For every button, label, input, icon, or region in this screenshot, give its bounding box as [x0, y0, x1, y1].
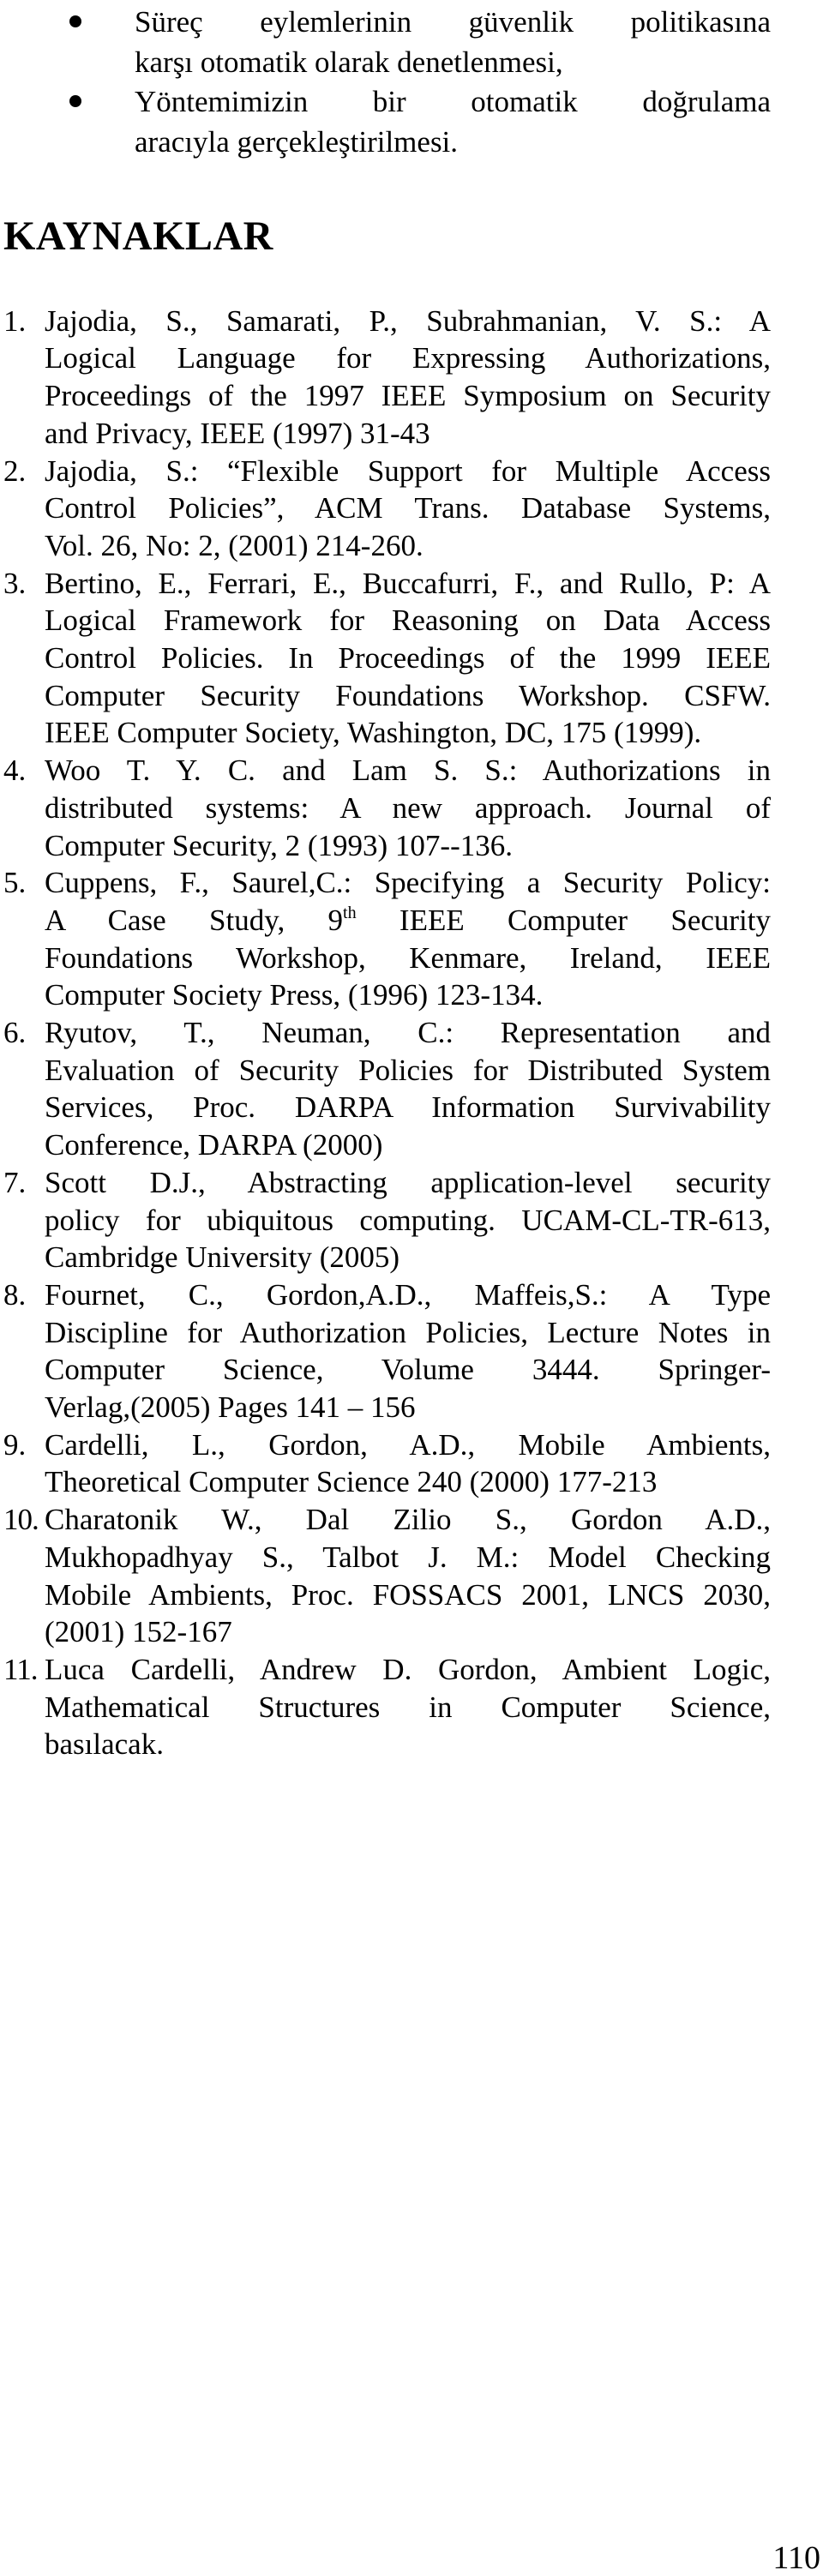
- text-line: (2001) 152-167: [45, 1615, 232, 1649]
- text-line: Foundations Workshop, Kenmare, Ireland, …: [45, 940, 771, 975]
- text-line: Cardelli, L., Gordon, A.D., Mobile Ambie…: [45, 1427, 771, 1462]
- text-line: Verlag,(2005) Pages 141 – 156: [45, 1390, 416, 1424]
- reference-number: 9.: [3, 1427, 27, 1462]
- text-line: Bertino, E., Ferrari, E., Buccafurri, F.…: [45, 566, 771, 600]
- reference-number: 4.: [3, 754, 27, 788]
- text-line: and Privacy, IEEE (1997) 31-43: [45, 416, 430, 450]
- text-line: Computer Society Press, (1996) 123-134.: [45, 978, 544, 1012]
- page-number: 110: [772, 2540, 820, 2576]
- text-line: basılacak.: [45, 1727, 164, 1762]
- text-line: Luca Cardelli, Andrew D. Gordon, Ambient…: [45, 1652, 771, 1686]
- reference-number: 1.: [3, 303, 27, 338]
- reference-number: 5.: [3, 866, 27, 900]
- text-line: Control Policies”, ACM Trans. Database S…: [45, 491, 771, 525]
- text-line: Theoretical Computer Science 240 (2000) …: [45, 1465, 658, 1499]
- text-line: Yöntemimizin bir otomatik doğrulama: [135, 85, 771, 118]
- reference-number: 7.: [3, 1165, 27, 1199]
- text-line: Vol. 26, No: 2, (2001) 214-260.: [45, 528, 424, 562]
- text-line: Charatonik W., Dal Zilio S., Gordon A.D.…: [45, 1503, 771, 1537]
- text-line: Control Policies. In Proceedings of the …: [45, 641, 771, 675]
- text-line: Computer Security, 2 (1993) 107--136.: [45, 828, 513, 862]
- text-line: Conference, DARPA (2000): [45, 1128, 383, 1162]
- text-line: distributed systems: A new approach. Jou…: [45, 790, 771, 825]
- text-line: Services, Proc. DARPA Information Surviv…: [45, 1090, 771, 1125]
- references-heading: KAYNAKLAR: [3, 213, 273, 259]
- text-line: Cuppens, F., Saurel,C.: Specifying a Sec…: [45, 866, 771, 900]
- text-line: Ryutov, T., Neuman, C.: Representation a…: [45, 1016, 771, 1049]
- superscript: th: [343, 903, 357, 922]
- text-line: Discipline for Authorization Policies, L…: [45, 1315, 771, 1349]
- reference-number: 6.: [3, 1016, 27, 1049]
- text-line: IEEE Computer Society, Washington, DC, 1…: [45, 716, 702, 750]
- text-line: Cambridge University (2005): [45, 1240, 400, 1275]
- text-line: Süreç eylemlerinin güvenlik politikasına: [135, 5, 771, 39]
- reference-number: 2.: [3, 453, 27, 488]
- reference-number: 11.: [3, 1652, 38, 1686]
- reference-number: 3.: [3, 566, 27, 600]
- text-line: Logical Language for Expressing Authoriz…: [45, 341, 771, 375]
- text-line: Logical Framework for Reasoning on Data …: [45, 603, 771, 638]
- text-line: Computer Science, Volume 3444. Springer-: [45, 1353, 771, 1387]
- bullet-dot-icon: [69, 95, 81, 107]
- text-line: policy for ubiquitous computing. UCAM-CL…: [45, 1203, 771, 1237]
- text-line: Mukhopadhyay S., Talbot J. M.: Model Che…: [45, 1540, 771, 1574]
- text-line: Mobile Ambients, Proc. FOSSACS 2001, LNC…: [45, 1577, 771, 1612]
- reference-number: 8.: [3, 1277, 27, 1312]
- text-line: Proceedings of the 1997 IEEE Symposium o…: [45, 379, 771, 413]
- text-line: A Case Study, 9th IEEE Computer Security: [45, 903, 771, 937]
- text-line: karşı otomatik olarak denetlenmesi,: [135, 45, 563, 79]
- text-line: Jajodia, S.: “Flexible Support for Multi…: [45, 453, 771, 488]
- text-line: Fournet, C., Gordon,A.D., Maffeis,S.: A …: [45, 1277, 771, 1312]
- text-line: Evaluation of Security Policies for Dist…: [45, 1053, 771, 1087]
- text-line: Computer Security Foundations Workshop. …: [45, 678, 771, 712]
- document-page: Süreç eylemlerinin güvenlik politikasına…: [0, 0, 823, 2576]
- text-line: Jajodia, S., Samarati, P., Subrahmanian,…: [45, 303, 771, 338]
- bullet-dot-icon: [69, 15, 81, 27]
- text-line: Mathematical Structures in Computer Scie…: [45, 1690, 771, 1724]
- reference-number: 10.: [3, 1503, 39, 1537]
- text-line: Scott D.J., Abstracting application-leve…: [45, 1165, 771, 1199]
- text-line: aracıyla gerçekleştirilmesi.: [135, 124, 459, 159]
- text-line: Woo T. Y. C. and Lam S. S.: Authorizatio…: [45, 754, 771, 788]
